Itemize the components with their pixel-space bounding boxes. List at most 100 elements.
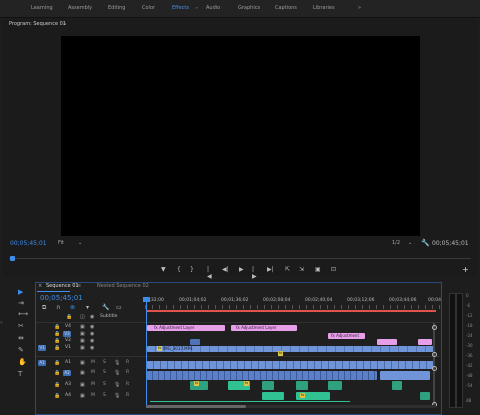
- sync-lock-icon[interactable]: ▣: [80, 345, 85, 351]
- lock-icon[interactable]: 🔒: [54, 370, 60, 376]
- step-forward-icon[interactable]: |▶: [252, 266, 257, 280]
- solo-button[interactable]: S: [103, 370, 106, 375]
- track-name-v1[interactable]: V1: [65, 345, 71, 350]
- scrub-bar[interactable]: [9, 258, 471, 259]
- lift-icon[interactable]: ⇱: [285, 266, 290, 273]
- workspace-overflow-icon[interactable]: »: [358, 5, 361, 11]
- linked-selection-icon[interactable]: ⊗: [70, 304, 75, 311]
- scroll-handle[interactable]: [432, 366, 437, 371]
- solo-button[interactable]: S: [103, 360, 106, 365]
- timeline-menu-icon[interactable]: ≡: [77, 283, 81, 289]
- chevron-down-icon[interactable]: ⌄: [78, 240, 82, 246]
- add-marker-icon[interactable]: ▼: [161, 266, 166, 273]
- microphone-icon[interactable]: 🎙: [114, 382, 120, 388]
- workspace-tab-audio[interactable]: Audio: [206, 5, 220, 11]
- track-name-a2[interactable]: A2: [63, 370, 71, 376]
- audio-clip-linked[interactable]: [380, 371, 430, 380]
- audio-clip-linked[interactable]: [147, 371, 377, 380]
- track-name-a4[interactable]: A4: [65, 393, 71, 398]
- workspace-tab-color[interactable]: Color: [142, 5, 155, 11]
- audio-clip[interactable]: [420, 392, 430, 400]
- audio-clip[interactable]: [262, 392, 284, 400]
- comparison-view-icon[interactable]: ⊡: [331, 266, 336, 273]
- microphone-icon[interactable]: 🎙: [114, 360, 120, 366]
- program-monitor-menu-icon[interactable]: ≡: [63, 21, 66, 26]
- mute-button[interactable]: M: [91, 382, 95, 387]
- adjustment-layer-clip[interactable]: [418, 339, 432, 345]
- record-button[interactable]: R: [126, 393, 129, 398]
- fx-badge[interactable]: fx: [278, 351, 283, 356]
- mute-button[interactable]: M: [91, 370, 95, 375]
- record-button[interactable]: R: [126, 382, 129, 387]
- audio-clip[interactable]: [328, 381, 342, 390]
- toggle-output-icon[interactable]: ◫: [80, 314, 85, 320]
- type-tool-icon[interactable]: T: [18, 370, 22, 378]
- lock-icon[interactable]: 🔒: [54, 393, 60, 399]
- mark-in-icon[interactable]: {: [177, 266, 181, 273]
- source-patch-v1[interactable]: V1: [38, 345, 46, 351]
- fx-badge[interactable]: fx: [244, 381, 249, 386]
- scroll-handle[interactable]: [432, 352, 437, 357]
- track-name-v3[interactable]: V3: [63, 331, 71, 337]
- workspace-tab-editing[interactable]: Editing: [108, 5, 125, 11]
- sync-lock-icon[interactable]: ▣: [80, 370, 85, 376]
- workspace-tab-assembly[interactable]: Assembly: [68, 5, 92, 11]
- audio-clip[interactable]: [262, 381, 274, 390]
- scroll-handle[interactable]: [432, 325, 437, 330]
- microphone-icon[interactable]: 🎙: [114, 370, 120, 376]
- snap-icon[interactable]: ∩: [56, 304, 60, 311]
- play-icon[interactable]: ▶: [239, 266, 244, 273]
- microphone-icon[interactable]: 🎙: [114, 393, 120, 399]
- go-to-out-icon[interactable]: ▶|: [267, 266, 274, 273]
- video-clip[interactable]: [190, 339, 200, 345]
- sync-lock-icon[interactable]: ▣: [80, 360, 85, 366]
- sync-lock-icon[interactable]: ▣: [80, 324, 85, 330]
- workspace-tab-graphics[interactable]: Graphics: [238, 5, 260, 11]
- workspace-menu-icon[interactable]: ≡: [195, 5, 198, 10]
- mute-button[interactable]: M: [91, 393, 95, 398]
- lock-icon[interactable]: 🔒: [54, 345, 60, 351]
- ripple-edit-tool-icon[interactable]: ⟷: [18, 310, 28, 318]
- lock-icon[interactable]: 🔒: [54, 382, 60, 388]
- eye-icon[interactable]: ◉: [90, 331, 94, 337]
- fx-badge[interactable]: fx: [300, 393, 305, 398]
- razor-tool-icon[interactable]: ✂: [18, 322, 24, 330]
- adjustment-layer-clip[interactable]: [377, 339, 397, 345]
- lock-icon[interactable]: 🔒: [54, 331, 60, 337]
- lock-icon[interactable]: 🔒: [54, 360, 60, 366]
- mute-button[interactable]: M: [91, 360, 95, 365]
- eye-icon[interactable]: ◉: [90, 338, 94, 344]
- sync-lock-icon[interactable]: ▣: [80, 331, 85, 337]
- record-button[interactable]: R: [126, 370, 129, 375]
- close-icon[interactable]: ×: [38, 283, 42, 289]
- selection-tool-icon[interactable]: ▶: [18, 288, 23, 296]
- lock-icon[interactable]: 🔒: [66, 314, 72, 320]
- mark-out-icon[interactable]: }: [190, 266, 194, 273]
- track-name-v4[interactable]: V4: [65, 324, 71, 329]
- timeline-playhead[interactable]: [146, 298, 147, 408]
- track-select-tool-icon[interactable]: ⇥: [18, 299, 24, 307]
- slip-tool-icon[interactable]: ⇹: [18, 334, 24, 342]
- go-to-in-icon[interactable]: |◀: [207, 266, 212, 280]
- workspace-tab-libraries[interactable]: Libraries: [313, 5, 335, 11]
- extract-icon[interactable]: ⇲: [299, 266, 304, 273]
- button-editor-add-icon[interactable]: +: [462, 265, 469, 274]
- eye-icon[interactable]: ◉: [90, 324, 94, 330]
- track-name-a1[interactable]: A1: [65, 360, 71, 365]
- workspace-tab-effects[interactable]: Effects: [172, 5, 189, 11]
- program-monitor-title[interactable]: Program: Sequence 01: [9, 21, 66, 27]
- captions-icon[interactable]: ▭: [116, 304, 122, 311]
- fx-badge[interactable]: fx: [194, 381, 199, 386]
- pen-tool-icon[interactable]: ✎: [18, 346, 24, 354]
- solo-button[interactable]: S: [103, 382, 106, 387]
- export-frame-icon[interactable]: ▣: [315, 266, 321, 273]
- zoom-level-select[interactable]: Fit: [58, 240, 64, 246]
- playhead-timecode[interactable]: 00;05;45;01: [10, 240, 47, 247]
- sync-lock-icon[interactable]: ▣: [80, 393, 85, 399]
- source-patch-a1[interactable]: A1: [38, 360, 46, 366]
- scrollbar-thumb[interactable]: [146, 405, 246, 408]
- wrench-icon[interactable]: 🔧: [421, 239, 430, 247]
- track-name-a3[interactable]: A3: [65, 382, 71, 387]
- playback-resolution-select[interactable]: 1/2: [392, 240, 400, 246]
- panel-overflow-icon[interactable]: »: [0, 320, 3, 326]
